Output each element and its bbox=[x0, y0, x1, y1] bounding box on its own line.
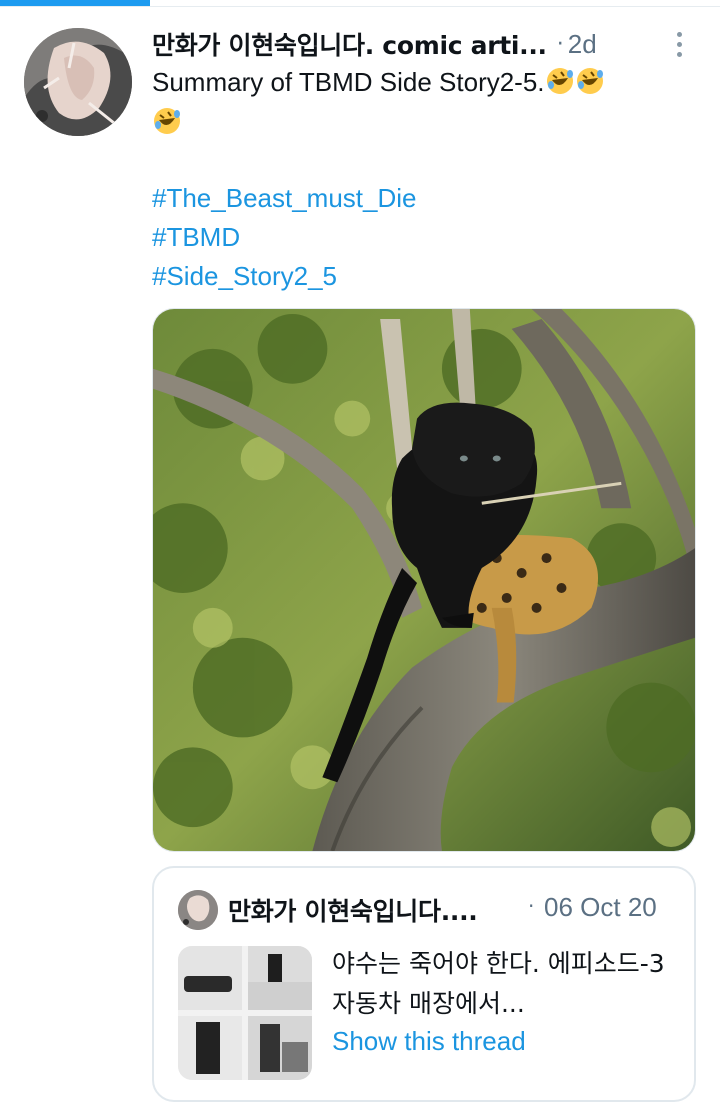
rolling-on-floor-laughing-icon bbox=[575, 66, 605, 96]
tweet-text: Summary of TBMD Side Story2-5. bbox=[152, 62, 682, 142]
separator-dot: · bbox=[556, 31, 564, 57]
quoted-tweet-card[interactable]: 만화가 이현숙입니다.... · 06 Oct 20 야수는 죽어야 한다. 에… bbox=[152, 866, 696, 1102]
quoted-author-avatar bbox=[178, 890, 218, 930]
hashtag-the-beast-must-die[interactable]: #The_Beast_must_Die bbox=[152, 179, 416, 218]
top-divider bbox=[0, 6, 720, 7]
hashtag-tbmd[interactable]: #TBMD bbox=[152, 218, 416, 257]
tweet-body: Summary of TBMD Side Story2-5. bbox=[152, 67, 545, 97]
quoted-media-thumbnail[interactable] bbox=[178, 946, 312, 1080]
quoted-date: 06 Oct 20 bbox=[544, 892, 657, 922]
quoted-separator-dot: · bbox=[528, 894, 535, 918]
rolling-on-floor-laughing-icon bbox=[152, 106, 182, 136]
show-thread-link[interactable]: Show this thread bbox=[332, 1026, 526, 1057]
hashtag-list: #The_Beast_must_Die #TBMD #Side_Story2_5 bbox=[152, 179, 416, 296]
author-name[interactable]: 만화가 이현숙입니다. comic arti... bbox=[152, 26, 547, 62]
hashtag-side-story[interactable]: #Side_Story2_5 bbox=[152, 257, 416, 296]
rolling-on-floor-laughing-icon bbox=[545, 66, 575, 96]
more-vertical-icon[interactable] bbox=[666, 26, 692, 62]
tweet-media-photo[interactable] bbox=[152, 308, 696, 852]
tweet-timestamp[interactable]: 2d bbox=[568, 29, 597, 60]
quoted-author-name: 만화가 이현숙입니다.... bbox=[228, 897, 478, 926]
tweet-header: 만화가 이현숙입니다. comic arti... · 2d bbox=[152, 24, 692, 64]
author-avatar[interactable] bbox=[24, 28, 132, 136]
quoted-tweet-text: 야수는 죽어야 한다. 에피소드-3 자동차 매장에서... bbox=[332, 949, 665, 1018]
